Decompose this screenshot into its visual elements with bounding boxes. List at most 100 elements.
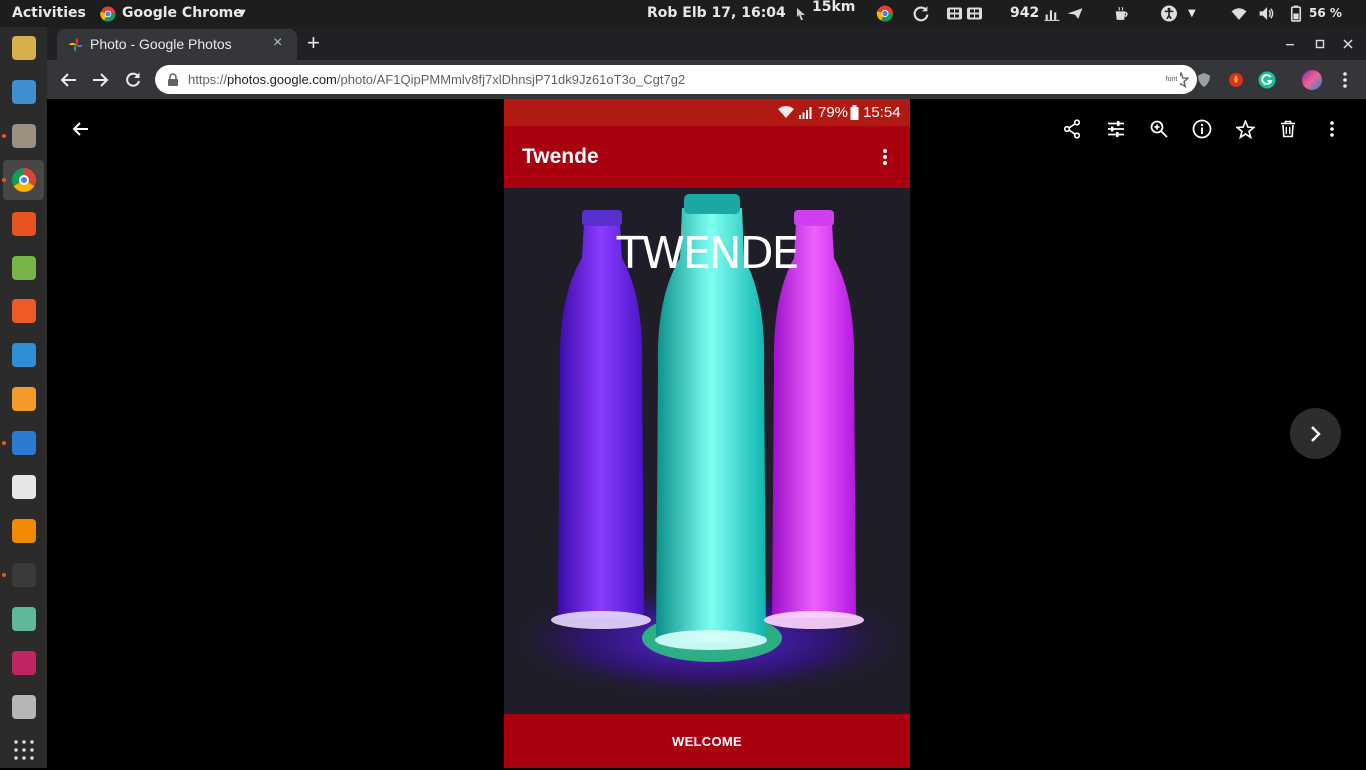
dock-item-rhythmbox[interactable] — [3, 28, 44, 68]
counter-indicator[interactable]: 942 — [1010, 0, 1039, 27]
files-icon — [12, 123, 36, 148]
tune-icon — [1108, 121, 1124, 137]
running-indicator — [2, 441, 6, 446]
app-menu-label: Google Chrome — [122, 5, 243, 21]
battery-icon — [850, 105, 859, 120]
chevron-right-icon — [1310, 425, 1321, 442]
workspace-tray-icon[interactable] — [946, 5, 984, 22]
dock-item-libreoffice-writer[interactable] — [3, 72, 44, 112]
star-icon — [1235, 119, 1255, 139]
more-vert-icon — [883, 149, 887, 165]
zoom-button[interactable] — [1145, 115, 1173, 143]
forward-button[interactable] — [87, 67, 113, 93]
back-button[interactable] — [56, 67, 82, 93]
dock-item-amazon[interactable] — [3, 467, 44, 507]
chrome-icon — [12, 167, 36, 192]
share-icon — [1063, 119, 1081, 139]
arrow-left-icon — [60, 73, 76, 87]
rhythmbox-icon — [12, 36, 36, 60]
displayed-photo[interactable]: 79% 15:54 Twende TWENDE WELCOME — [504, 99, 910, 768]
coffee-tray-icon[interactable] — [1112, 5, 1130, 22]
shield-extension-icon[interactable] — [1196, 72, 1212, 88]
phone-status-bar: 79% 15:54 — [504, 99, 910, 126]
activities-button[interactable]: Activities — [12, 0, 86, 27]
tab-title: Photo - Google Photos — [90, 36, 232, 52]
dock-item-terminal[interactable] — [2, 555, 44, 595]
dock-item-sublime-text[interactable] — [3, 379, 44, 419]
dock-item-vscode[interactable] — [2, 423, 44, 463]
dock-item-vlc[interactable] — [3, 511, 44, 551]
info-icon — [1192, 119, 1212, 139]
dock-item-chrome[interactable] — [2, 159, 44, 200]
chrome-tray-icon[interactable] — [876, 5, 894, 22]
atom-icon — [12, 606, 36, 631]
dock-item-android-studio[interactable] — [3, 248, 44, 288]
delete-button[interactable] — [1274, 115, 1302, 143]
back-to-album-button[interactable] — [67, 115, 95, 143]
signal-icon — [799, 107, 812, 119]
dock-item-atom[interactable] — [3, 599, 44, 639]
android-studio-icon — [12, 255, 36, 280]
maximize-icon[interactable] — [1315, 39, 1325, 49]
bottles-artwork: TWENDE — [504, 188, 910, 714]
welcome-button[interactable]: WELCOME — [504, 714, 910, 768]
chevron-down-icon[interactable]: ▼ — [1188, 0, 1196, 27]
more-options-button[interactable] — [1318, 115, 1346, 143]
next-photo-button[interactable] — [1290, 408, 1341, 459]
send-tray-icon[interactable] — [1066, 5, 1084, 22]
profile-avatar[interactable] — [1302, 70, 1322, 90]
dock-item-show-apps[interactable] — [3, 730, 44, 770]
google-photos-favicon — [69, 38, 83, 52]
edit-button[interactable] — [1102, 115, 1130, 143]
accessibility-icon[interactable] — [1160, 5, 1178, 22]
reload-button[interactable] — [120, 67, 146, 93]
favorite-button[interactable] — [1231, 115, 1259, 143]
dock-item-files[interactable] — [2, 116, 44, 156]
phone-battery-percent: 79% — [818, 104, 849, 121]
dock-item-postman[interactable] — [3, 291, 44, 331]
chrome-app-icon — [100, 6, 116, 22]
more-vert-icon[interactable] — [1342, 71, 1348, 89]
dock-item-intellij[interactable] — [3, 643, 44, 683]
browser-toolbar: https://photos.google.com/photo/AF1QipPM… — [47, 60, 1366, 99]
lock-icon — [168, 73, 178, 86]
twende-logo: TWENDE — [616, 228, 800, 279]
help-icon — [12, 343, 36, 368]
fire-extension-icon[interactable] — [1228, 72, 1244, 88]
volume-icon[interactable] — [1257, 5, 1275, 22]
running-indicator — [2, 572, 6, 577]
arrow-left-icon — [72, 122, 88, 136]
close-window-icon[interactable] — [1343, 39, 1353, 49]
dock-item-help[interactable] — [3, 335, 44, 375]
grammarly-extension-icon[interactable] — [1258, 71, 1276, 89]
running-indicator — [2, 177, 6, 182]
zoom-in-icon — [1150, 120, 1168, 138]
vlc-icon — [12, 518, 36, 543]
tab-google-photos[interactable]: Photo - Google Photos × — [57, 29, 297, 60]
dock-item-software-center[interactable] — [3, 204, 44, 244]
chart-tray-icon[interactable] — [1043, 5, 1061, 22]
amazon-icon — [12, 475, 36, 499]
close-icon[interactable]: × — [273, 34, 282, 52]
new-tab-button[interactable]: + — [307, 30, 320, 56]
app-menu[interactable]: Google Chrome ▼ — [100, 0, 250, 27]
battery-percent[interactable]: 56 % — [1309, 0, 1342, 27]
address-bar[interactable]: https://photos.google.com/photo/AF1QipPM… — [155, 65, 1197, 94]
dock-item-settings[interactable] — [3, 687, 44, 727]
system-top-bar: Activities Google Chrome ▼ Rob Elb 17, 1… — [0, 0, 1366, 27]
dock — [0, 27, 47, 768]
show-apps-icon — [12, 738, 36, 763]
clock[interactable]: Rob Elb 17, 16:04 — [647, 0, 786, 27]
phone-app-bar: Twende — [504, 126, 910, 188]
settings-icon — [12, 694, 36, 719]
font-extension-icon[interactable]: font — [1163, 71, 1180, 88]
terminal-icon — [12, 562, 36, 587]
cursor-icon — [797, 8, 805, 20]
sublime-text-icon — [12, 387, 36, 412]
info-button[interactable] — [1188, 115, 1216, 143]
refresh-tray-icon[interactable] — [912, 5, 930, 22]
wifi-icon[interactable] — [1230, 5, 1248, 22]
battery-icon[interactable] — [1287, 5, 1305, 22]
share-button[interactable] — [1058, 115, 1086, 143]
minimize-icon[interactable] — [1285, 39, 1295, 49]
